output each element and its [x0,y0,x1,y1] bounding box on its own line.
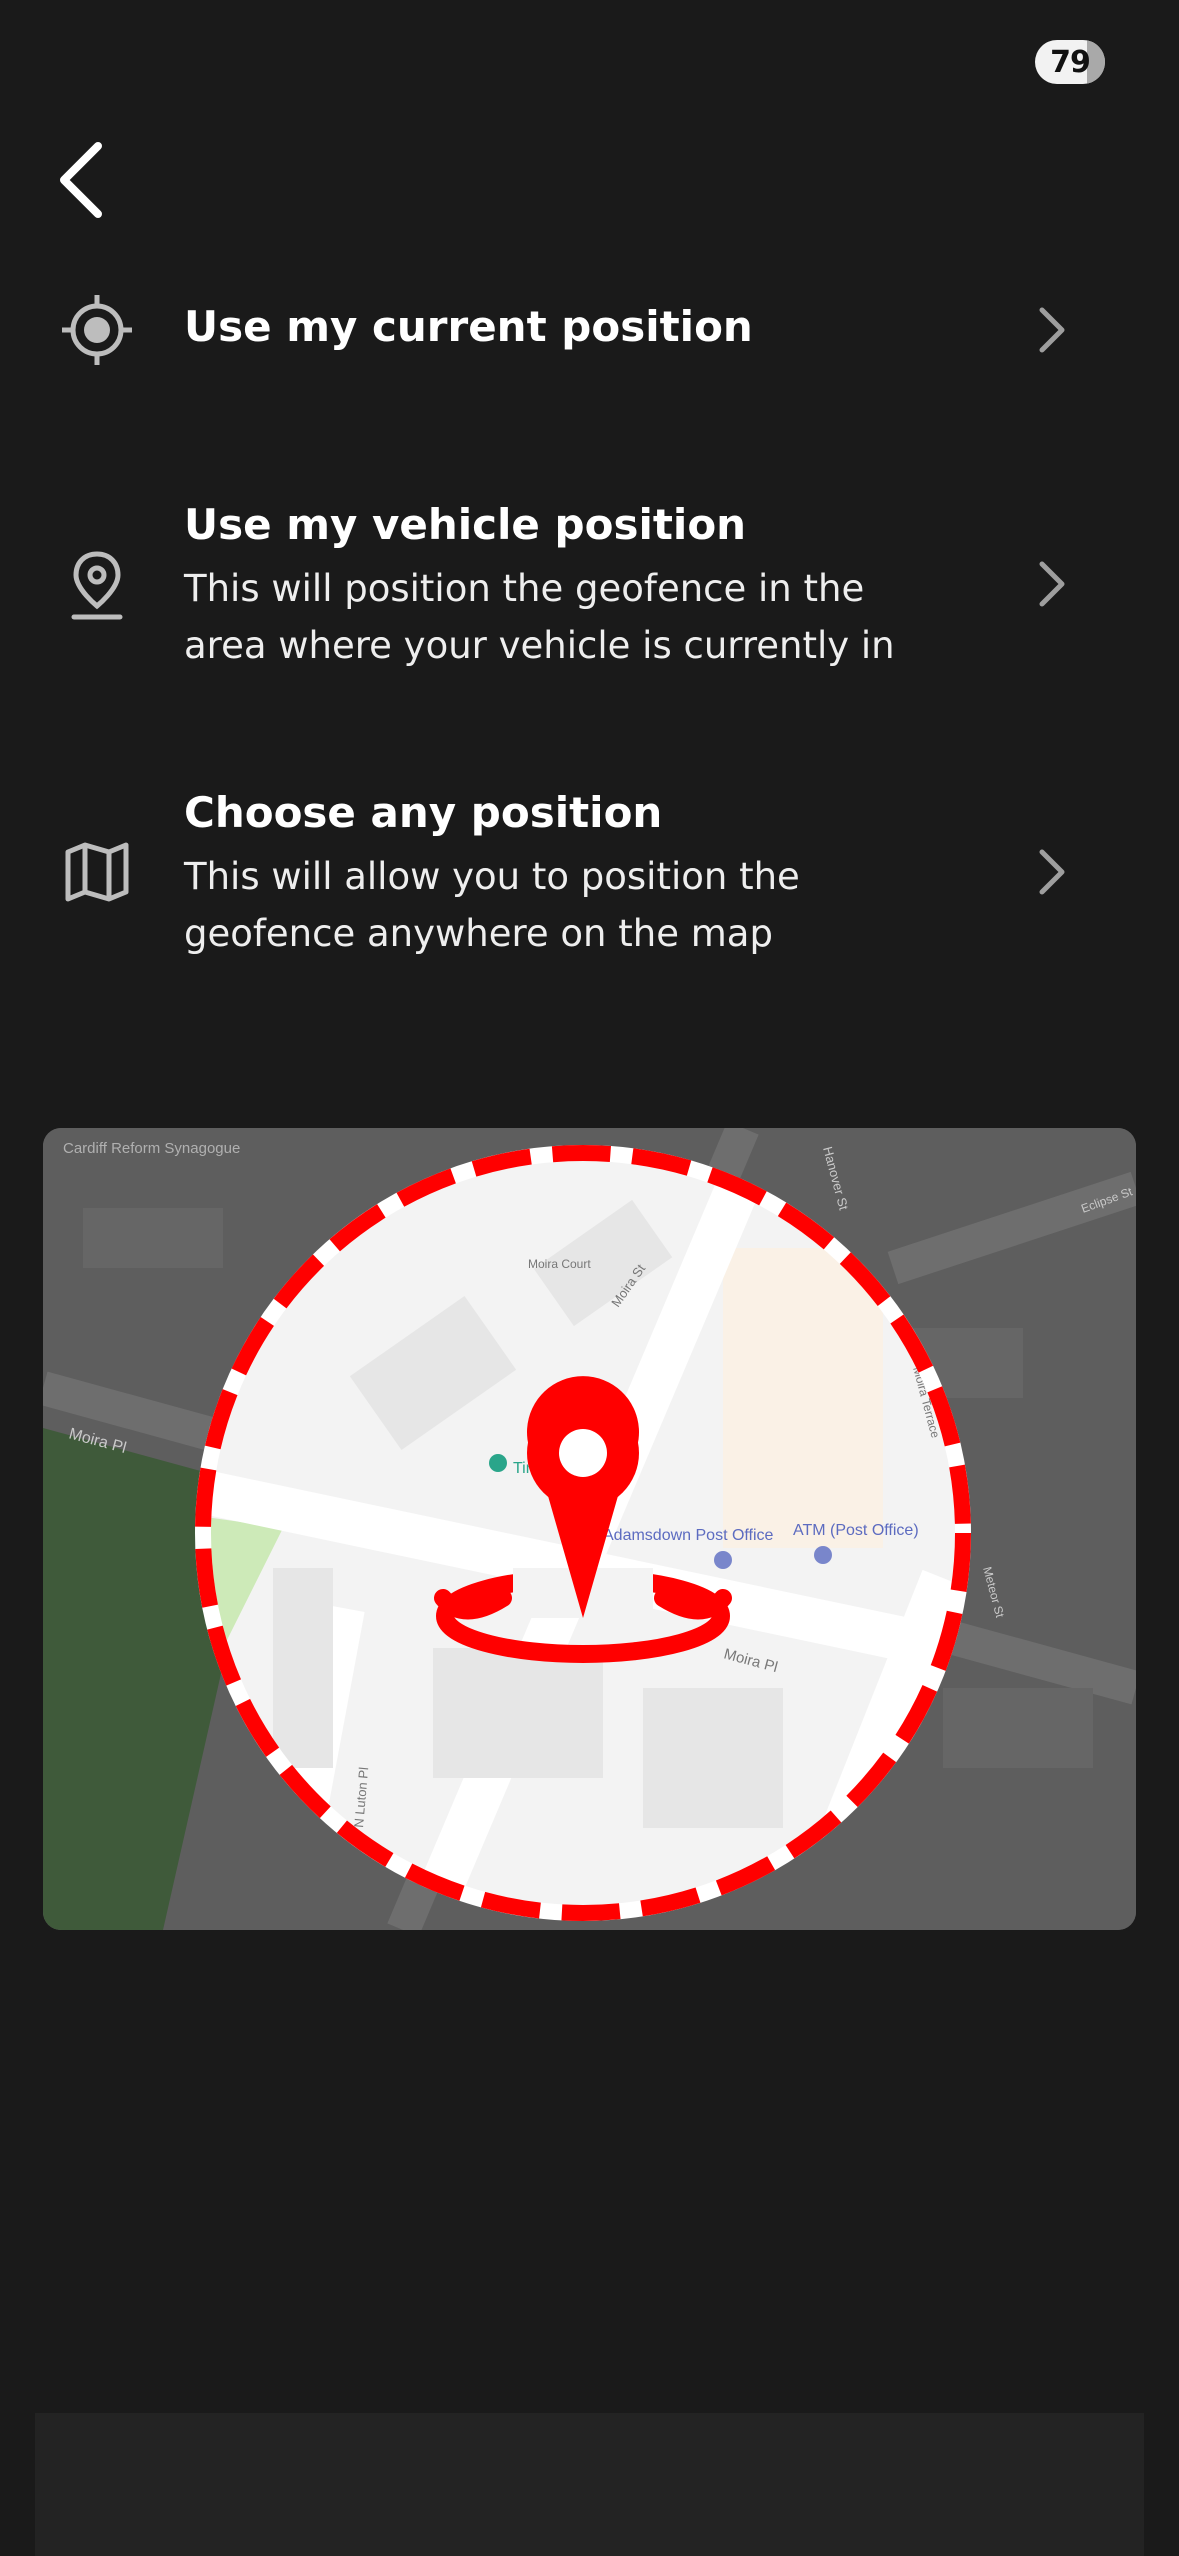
option-any-position[interactable]: Choose any position This will allow you … [0,778,1179,968]
option-current-position[interactable]: Use my current position [0,280,1179,380]
option-title: Use my vehicle position [184,500,747,549]
map-icon [65,842,129,902]
poi-marker-icon [814,1546,832,1564]
battery-badge: 79 [1035,40,1105,84]
chevron-left-icon [60,142,102,218]
crosshair-icon [62,295,132,365]
option-vehicle-position[interactable]: Use my vehicle position This will positi… [0,490,1179,680]
option-description: This will position the geofence in the a… [184,567,895,667]
location-pin-icon [71,551,123,620]
map-preview: Cardiff Reform Synagogue Moira Court Moi… [43,1128,1136,1930]
map-label: ATM (Post Office) [793,1522,919,1539]
poi-marker-icon [489,1454,507,1472]
option-description: This will allow you to position the geof… [184,855,800,955]
map-label: Adamsdown Post Office [603,1527,774,1544]
poi-marker-icon [714,1551,732,1569]
bottom-bar [35,2413,1144,2556]
chevron-right-icon [1039,307,1065,353]
map-label: Cardiff Reform Synagogue [63,1140,240,1157]
back-button[interactable] [40,130,120,230]
map-label: Moira Court [528,1257,591,1271]
map-illustration: Cardiff Reform Synagogue Moira Court Moi… [43,1128,1136,1930]
chevron-right-icon [1039,561,1065,607]
chevron-right-icon [1039,849,1065,895]
option-title: Choose any position [184,788,663,837]
option-title: Use my current position [184,302,753,351]
battery-level-text: 79 [1050,44,1091,80]
